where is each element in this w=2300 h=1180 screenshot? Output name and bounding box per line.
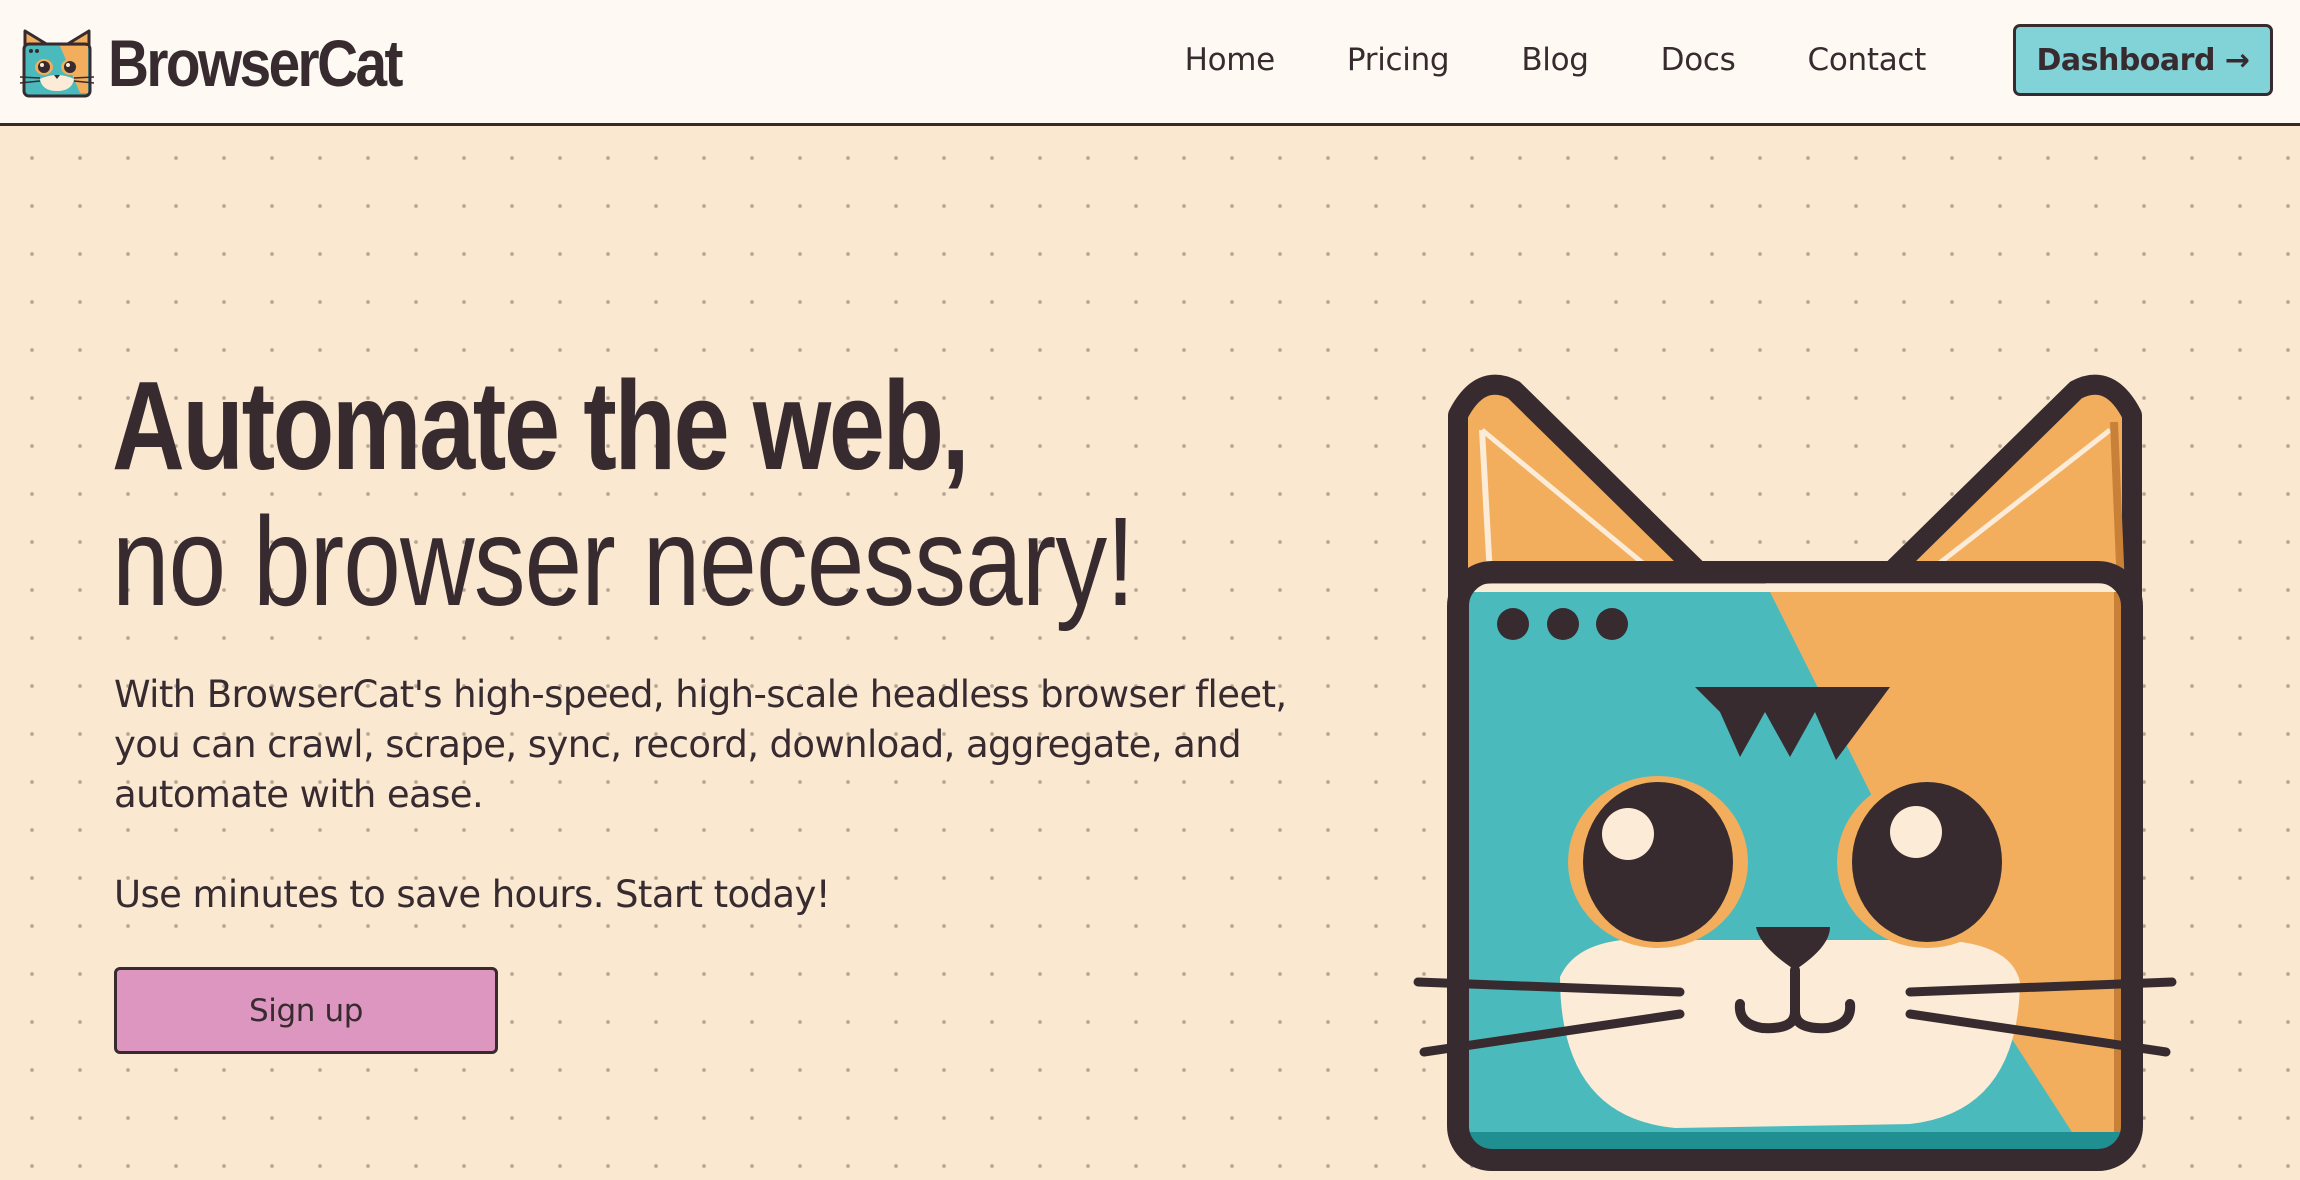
- hero-cta-text: Use minutes to save hours. Start today!: [114, 873, 831, 916]
- hero-headline: Automate the web, no browser necessary!: [112, 358, 1412, 630]
- cat-browser-illustration: [1413, 374, 2177, 1171]
- nav-link-home[interactable]: Home: [1185, 42, 1276, 78]
- nav-link-contact[interactable]: Contact: [1807, 42, 1926, 78]
- site-header: BrowserCat Home Pricing Blog Docs Contac…: [0, 0, 2300, 126]
- cat-browser-logo-icon: [20, 29, 94, 98]
- signup-button[interactable]: Sign up: [114, 967, 498, 1054]
- nav-link-blog[interactable]: Blog: [1521, 42, 1589, 78]
- main-nav: Home Pricing Blog Docs Contact: [1185, 0, 1927, 120]
- nav-link-docs[interactable]: Docs: [1661, 42, 1736, 78]
- hero-description: With BrowserCat's high-speed, high-scale…: [114, 673, 1287, 816]
- page: BrowserCat Home Pricing Blog Docs Contac…: [0, 0, 2300, 1180]
- brand-logo-link[interactable]: BrowserCat: [20, 24, 448, 102]
- hero-section: Automate the web, no browser necessary! …: [0, 126, 2300, 1180]
- dashboard-button[interactable]: Dashboard →: [2013, 24, 2273, 96]
- nav-link-pricing[interactable]: Pricing: [1347, 42, 1450, 78]
- hero-headline-bold: Automate the web,: [112, 355, 970, 496]
- brand-name: BrowserCat: [108, 26, 403, 100]
- hero-headline-regular: no browser necessary!: [112, 491, 1135, 632]
